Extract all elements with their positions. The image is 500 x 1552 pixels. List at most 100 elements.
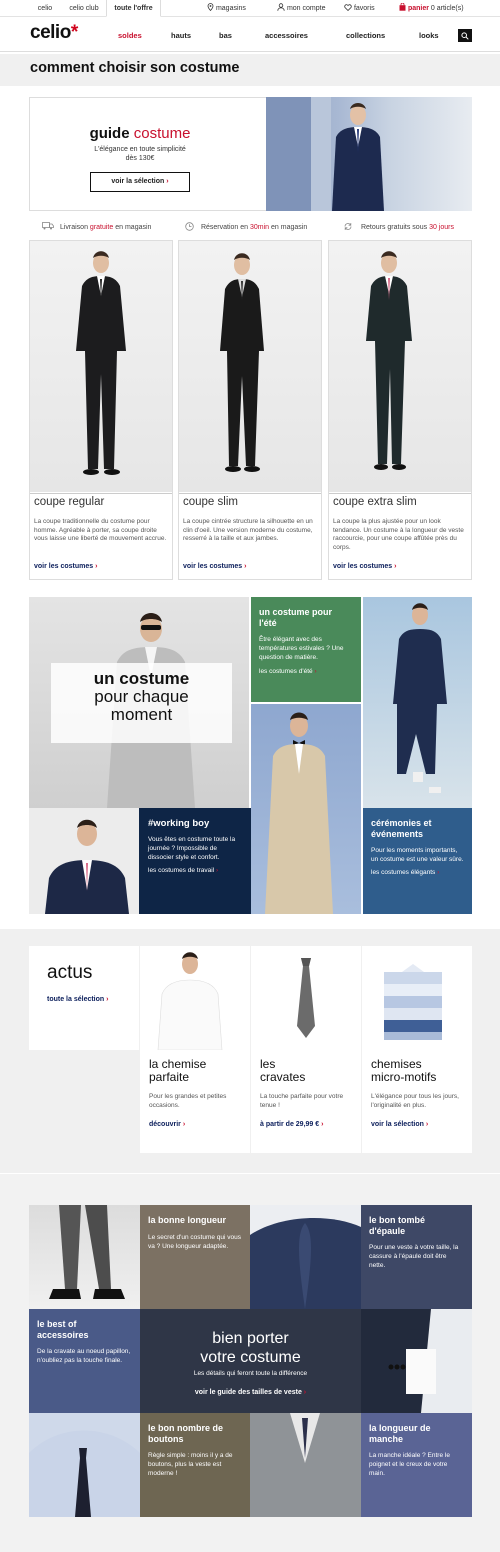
cut-title: coupe extra slim	[333, 496, 417, 508]
favorites-link[interactable]: favoris	[344, 0, 375, 17]
cut-image-regular	[30, 241, 172, 492]
suit-model-illustration	[266, 97, 384, 211]
chevron-right-icon: ›	[437, 869, 440, 876]
summer-block[interactable]: un costume pour l'été Être élégant avec …	[251, 597, 361, 702]
nav-item-soldes[interactable]: soldes	[118, 31, 142, 40]
logo-star-icon: *	[70, 22, 78, 43]
news-item-title-2: cravates	[260, 1070, 306, 1084]
length-block: la bonne longueur Le secret d'un costume…	[140, 1205, 250, 1309]
stores-link[interactable]: magasins	[207, 0, 246, 17]
news-item-title: les cravates	[260, 1058, 305, 1084]
summer-link[interactable]: les costumes d'été ›	[259, 668, 353, 675]
sleeve-buttons-image	[361, 1309, 472, 1413]
chevron-right-icon: ›	[394, 563, 397, 570]
favorites-label: favoris	[353, 5, 375, 12]
grey-jacket-image	[250, 1413, 361, 1517]
news-item-link[interactable]: à partir de 29,99 € ›	[260, 1121, 323, 1128]
cart-link[interactable]: panier 0 article(s)	[399, 0, 464, 17]
bag-icon	[399, 2, 406, 11]
account-link[interactable]: mon compte	[277, 0, 325, 17]
chevron-right-icon: ›	[314, 668, 317, 675]
news-item-link[interactable]: voir la sélection ›	[371, 1121, 428, 1128]
see-suits-link[interactable]: voir les costumes ›	[333, 563, 396, 570]
service-delivery-post: en magasin	[115, 224, 152, 231]
ceremony-link[interactable]: les costumes élégants ›	[371, 869, 464, 876]
card-divider	[30, 493, 172, 494]
tab-celio[interactable]: celio	[28, 0, 62, 17]
page-title: comment choisir son costume	[30, 60, 240, 76]
navy-suit-model-illustration	[393, 603, 447, 793]
model-slim-illustration	[220, 253, 264, 472]
shoulder-block: le bon tombé d'épaule Pour une veste à v…	[361, 1205, 472, 1309]
nav-item-collections[interactable]: collections	[346, 31, 385, 40]
top-bar: celio celio club toute l'offre magasins …	[0, 0, 500, 17]
service-returns: Retours gratuits sous 30 jours	[343, 222, 454, 231]
hero-image	[266, 97, 472, 211]
shoulder-image	[250, 1205, 361, 1309]
news-title: actus	[47, 962, 93, 983]
see-suits-link[interactable]: voir les costumes ›	[183, 563, 246, 570]
service-returns-red: 30 jours	[429, 224, 454, 231]
chevron-right-icon: ›	[106, 996, 109, 1003]
beige-suit-image	[251, 704, 361, 914]
working-block[interactable]: #working boy Vous êtes en costume toute …	[139, 808, 251, 914]
cut-card-regular[interactable]: coupe regular La coupe traditionnelle du…	[29, 240, 173, 580]
cut-title: coupe slim	[183, 496, 238, 508]
news-item-micro-pattern-shirts[interactable]: chemises micro-motifs L'élégance pour tou…	[362, 946, 472, 1153]
wear-guide-title-1: bien porter	[212, 1330, 289, 1347]
accessories-title-2: accessoires	[37, 1330, 89, 1340]
news-item-ties[interactable]: les cravates La touche parfaite pour votr…	[251, 946, 361, 1153]
logo-text: celio	[30, 22, 71, 43]
nav-item-hauts[interactable]: hauts	[171, 31, 191, 40]
summer-title-1: un costume pour	[259, 607, 333, 617]
ceremony-text: Pour les moments importants, un costume …	[371, 847, 464, 863]
news-header-box: actus toute la sélection ›	[29, 946, 139, 1050]
search-button[interactable]	[458, 29, 472, 42]
news-see-all-link[interactable]: toute la sélection ›	[47, 996, 108, 1003]
service-reservation: Réservation en 30min en magasin	[185, 222, 307, 231]
wear-guide-title-2: votre costume	[200, 1349, 301, 1366]
working-link[interactable]: les costumes de travail ›	[148, 867, 242, 874]
see-selection-button[interactable]: voir la sélection ›	[90, 172, 190, 192]
see-suits-label: voir les costumes	[183, 563, 243, 570]
tab-celio-club[interactable]: celio club	[64, 0, 104, 17]
cut-title: coupe regular	[34, 496, 105, 508]
chevron-right-icon: ›	[95, 563, 98, 570]
service-delivery-pre: Livraison	[59, 224, 88, 231]
summer-text: Être élégant avec des températures estiv…	[259, 636, 344, 661]
guide-title: guide costume	[70, 125, 210, 142]
wear-guide-subtitle: Les détails qui feront toute la différen…	[193, 1370, 308, 1377]
ceremony-block[interactable]: cérémonies et événements Pour les moment…	[363, 808, 472, 914]
chevron-right-icon: ›	[166, 178, 169, 185]
news-item-desc: La touche parfaite pour votre tenue !	[260, 1093, 344, 1109]
news-item-shirt[interactable]: la chemise parfaite Pour les grandes et p…	[140, 946, 250, 1153]
news-item-link[interactable]: découvrir ›	[149, 1121, 185, 1128]
chevron-right-icon: ›	[303, 1389, 307, 1396]
summer-title-2: l'été	[259, 618, 277, 628]
cut-card-extra-slim[interactable]: coupe extra slim La coupe la plus ajusté…	[328, 240, 472, 580]
size-guide-link[interactable]: voir le guide des tailles de veste ›	[140, 1389, 361, 1396]
chevron-right-icon: ›	[215, 867, 219, 874]
guide-price-line: dès 130€	[125, 155, 155, 162]
news-item-link-label: voir la sélection	[371, 1121, 424, 1128]
news-item-title: la chemise parfaite	[149, 1058, 206, 1084]
cart-label: panier	[407, 5, 429, 12]
buttons-title-2: boutons	[148, 1434, 184, 1444]
accessories-text: De la cravate au noeud papillon, n'oubli…	[37, 1348, 131, 1364]
service-reservation-post: en magasin	[271, 224, 308, 231]
nav-item-looks[interactable]: looks	[419, 31, 439, 40]
cut-image-extra-slim	[329, 241, 471, 492]
see-suits-link[interactable]: voir les costumes ›	[34, 563, 97, 570]
nav-item-bas[interactable]: bas	[219, 31, 232, 40]
cut-card-slim[interactable]: coupe slim La coupe cintrée structure la…	[178, 240, 322, 580]
logo[interactable]: celio*	[30, 22, 78, 44]
nav-item-accessoires[interactable]: accessoires	[265, 31, 308, 40]
white-shirt-model-illustration	[157, 952, 223, 1051]
truck-icon	[42, 222, 54, 230]
navy-suit-image	[363, 597, 472, 808]
tie-illustration	[297, 958, 315, 1038]
tab-all-offer[interactable]: toute l'offre	[106, 0, 161, 17]
guide-title-b: costume	[133, 125, 191, 142]
news-section: actus toute la sélection › la chemise par…	[0, 929, 500, 1173]
search-icon	[461, 31, 469, 40]
